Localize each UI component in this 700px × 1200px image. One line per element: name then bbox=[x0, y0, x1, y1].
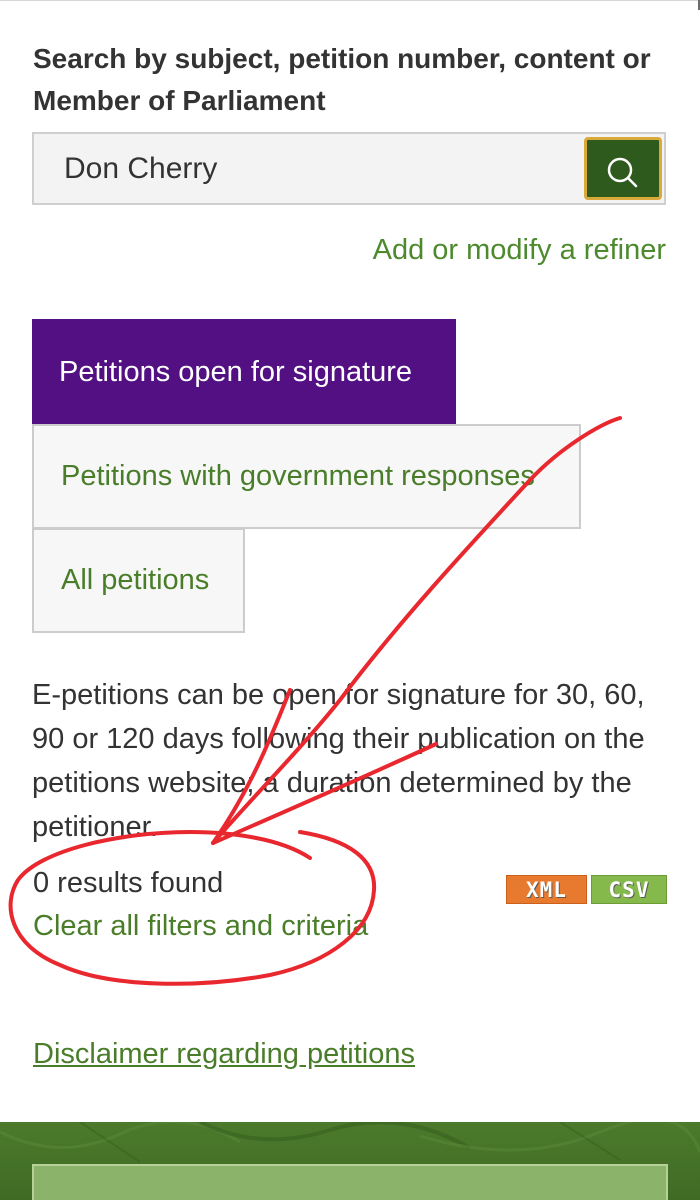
footer-panel bbox=[32, 1164, 668, 1200]
footer bbox=[0, 1122, 700, 1200]
search-input[interactable] bbox=[34, 134, 580, 203]
annotation-circle bbox=[8, 829, 377, 986]
search-icon bbox=[607, 157, 638, 187]
clear-filters-link[interactable]: Clear all filters and criteria bbox=[33, 910, 368, 943]
top-divider bbox=[0, 0, 700, 1]
disclaimer-link[interactable]: Disclaimer regarding petitions bbox=[33, 1038, 415, 1071]
tab-government-responses[interactable]: Petitions with government responses bbox=[32, 424, 581, 529]
search-button[interactable] bbox=[584, 137, 662, 200]
export-xml-button[interactable]: XML bbox=[506, 875, 587, 904]
add-refiner-link[interactable]: Add or modify a refiner bbox=[373, 234, 666, 267]
tab-open-for-signature[interactable]: Petitions open for signature bbox=[32, 319, 456, 425]
search-box bbox=[32, 132, 666, 205]
tab-all-petitions[interactable]: All petitions bbox=[32, 528, 245, 633]
petition-search-page: Search by subject, petition number, cont… bbox=[0, 0, 700, 1200]
results-count: 0 results found bbox=[33, 867, 224, 899]
petition-duration-info: E-petitions can be open for signature fo… bbox=[32, 679, 645, 843]
search-label: Search by subject, petition number, cont… bbox=[33, 43, 651, 116]
export-csv-button[interactable]: CSV bbox=[591, 875, 667, 904]
